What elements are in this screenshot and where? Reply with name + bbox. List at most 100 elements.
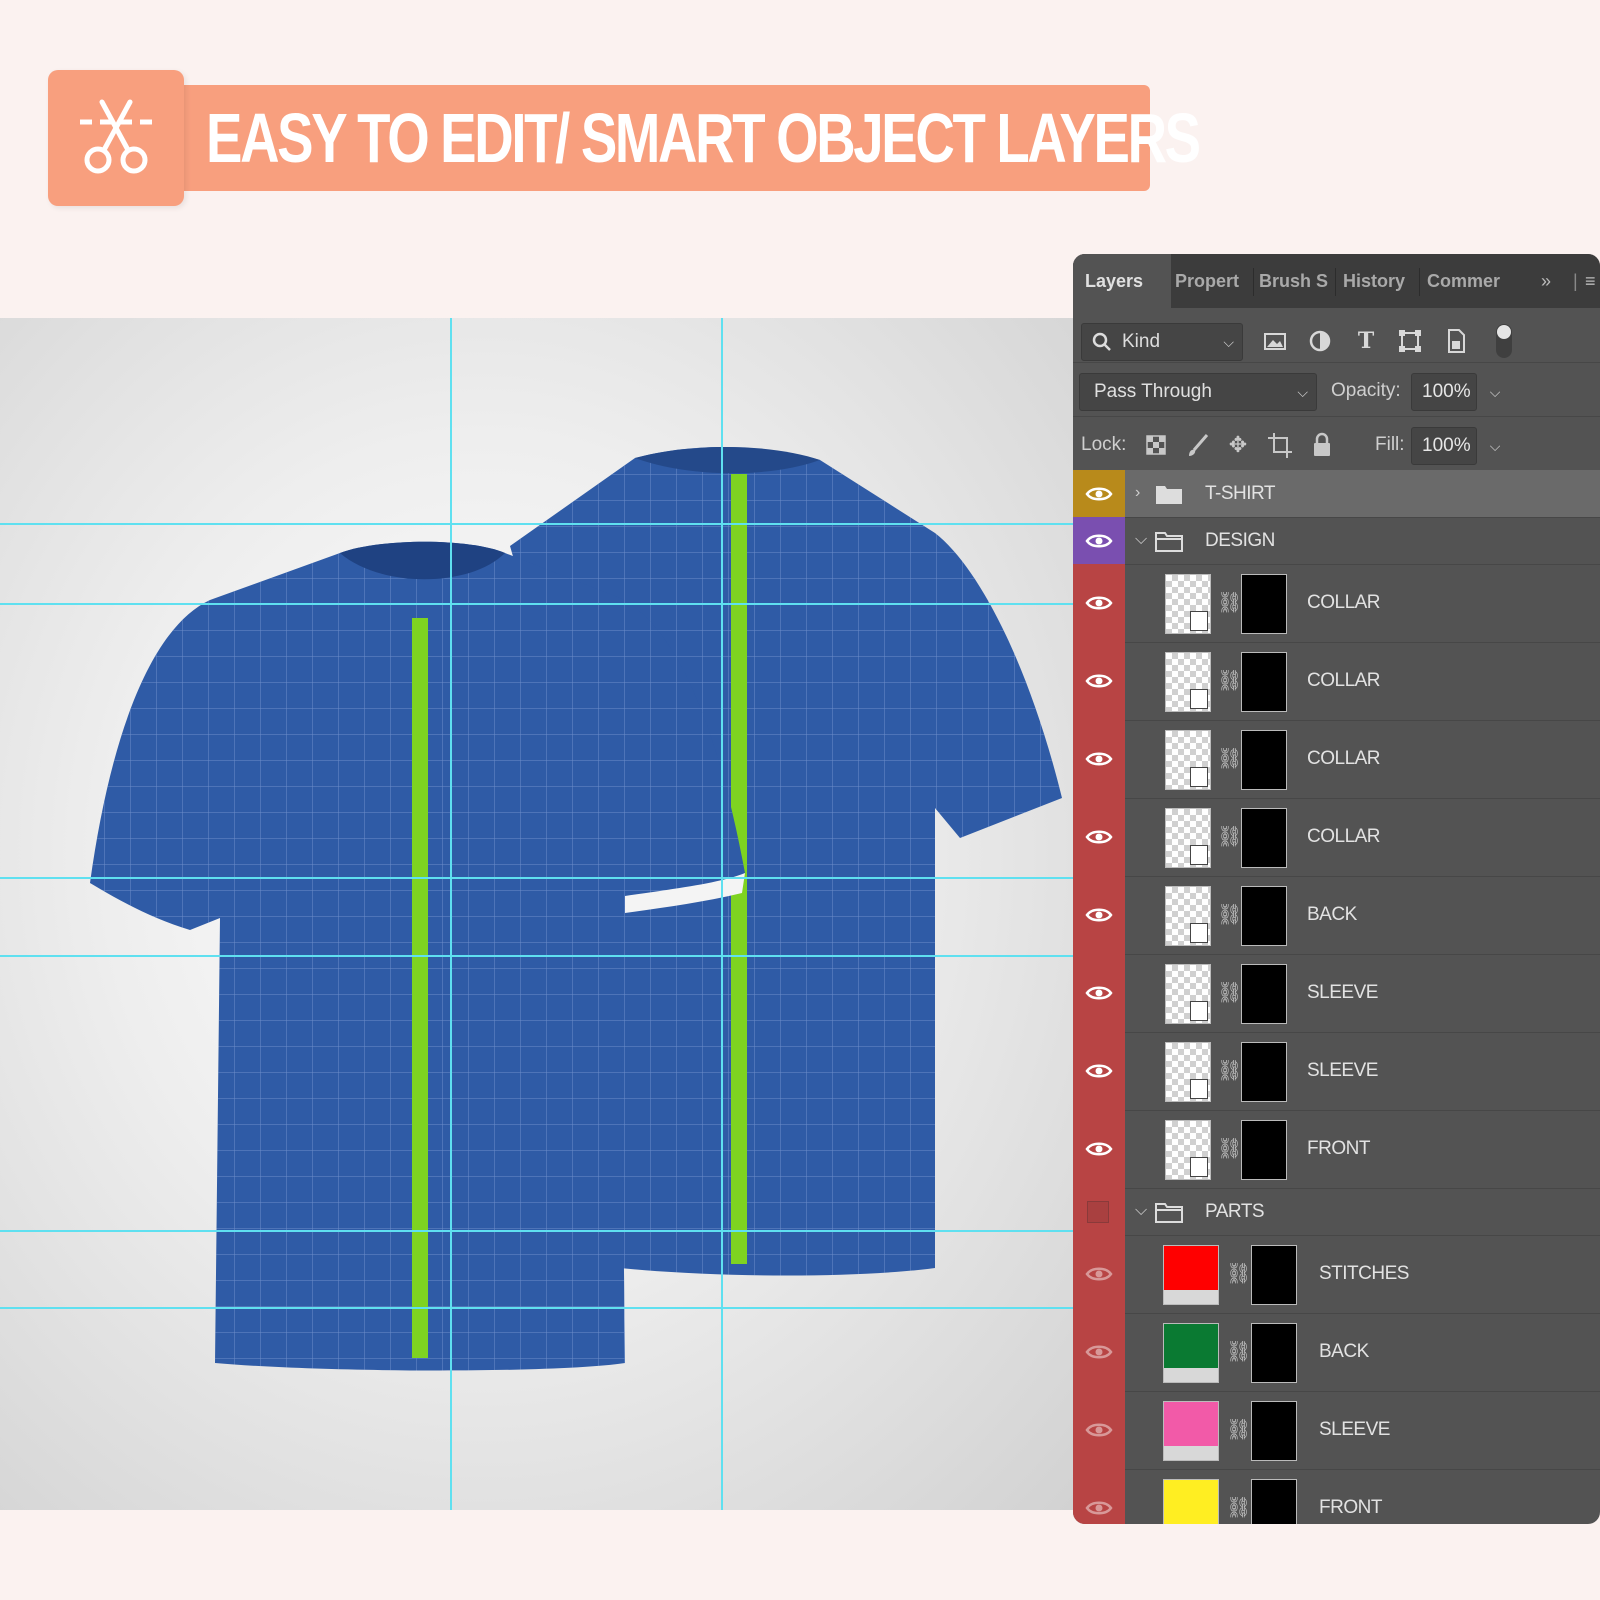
visibility-eye-icon[interactable] bbox=[1085, 486, 1113, 502]
filter-toggle[interactable] bbox=[1496, 324, 1512, 358]
layer-row[interactable]: ⌵ PARTS bbox=[1073, 1188, 1600, 1236]
layer-row[interactable]: ⛓ COLLAR bbox=[1073, 720, 1600, 799]
link-chain-icon[interactable]: ⛓ bbox=[1217, 823, 1242, 851]
tab-history[interactable]: History bbox=[1343, 254, 1413, 308]
visibility-eye-icon[interactable] bbox=[1085, 829, 1113, 845]
layer-row[interactable]: ⛓ FRONT bbox=[1073, 1469, 1600, 1524]
layer-thumbnail[interactable] bbox=[1165, 886, 1211, 946]
link-chain-icon[interactable]: ⛓ bbox=[1226, 1494, 1251, 1522]
layer-mask-thumbnail[interactable] bbox=[1241, 808, 1287, 868]
link-chain-icon[interactable]: ⛓ bbox=[1217, 1057, 1242, 1085]
link-chain-icon[interactable]: ⛓ bbox=[1226, 1338, 1251, 1366]
link-chain-icon[interactable]: ⛓ bbox=[1217, 1135, 1242, 1163]
visibility-eye-icon[interactable] bbox=[1085, 985, 1113, 1001]
layer-row[interactable]: ⛓ COLLAR bbox=[1073, 642, 1600, 721]
fill-layer-base bbox=[1164, 1368, 1218, 1382]
double-chevron-right-icon[interactable]: » bbox=[1541, 254, 1551, 308]
layer-thumbnail[interactable] bbox=[1165, 730, 1211, 790]
layer-mask-thumbnail[interactable] bbox=[1241, 1042, 1287, 1102]
layer-mask-thumbnail[interactable] bbox=[1241, 886, 1287, 946]
link-chain-icon[interactable]: ⛓ bbox=[1217, 589, 1242, 617]
layer-name: SLEEVE bbox=[1319, 1419, 1390, 1440]
layer-row[interactable]: › T-SHIRT bbox=[1073, 470, 1600, 518]
link-chain-icon[interactable]: ⛓ bbox=[1226, 1260, 1251, 1288]
lock-move-icon[interactable]: ✥ bbox=[1223, 430, 1253, 460]
layer-row[interactable]: ⛓ FRONT bbox=[1073, 1110, 1600, 1189]
layer-row[interactable]: ⛓ BACK bbox=[1073, 1313, 1600, 1392]
hamburger-menu-icon[interactable]: ≡ bbox=[1585, 254, 1596, 308]
layer-mask-thumbnail[interactable] bbox=[1241, 1120, 1287, 1180]
tab-properties[interactable]: Propert bbox=[1175, 254, 1247, 308]
link-chain-icon[interactable]: ⛓ bbox=[1217, 667, 1242, 695]
fill-layer-thumbnail[interactable] bbox=[1163, 1401, 1219, 1461]
lock-artboard-icon[interactable] bbox=[1265, 430, 1295, 460]
layer-row[interactable]: ⛓ STITCHES bbox=[1073, 1235, 1600, 1314]
visibility-eye-icon[interactable] bbox=[1085, 533, 1113, 549]
link-chain-icon[interactable]: ⛓ bbox=[1217, 901, 1242, 929]
visibility-eye-icon[interactable] bbox=[1085, 907, 1113, 923]
filter-row: Kind ⌵ T bbox=[1073, 308, 1600, 362]
layer-mask-thumbnail[interactable] bbox=[1241, 652, 1287, 712]
visibility-eye-icon[interactable] bbox=[1085, 595, 1113, 611]
visibility-eye-icon[interactable] bbox=[1085, 1500, 1113, 1516]
visibility-eye-icon[interactable] bbox=[1085, 1344, 1113, 1360]
layer-row[interactable]: ⛓ COLLAR bbox=[1073, 564, 1600, 643]
layer-thumbnail[interactable] bbox=[1165, 964, 1211, 1024]
kind-filter-select[interactable]: Kind ⌵ bbox=[1081, 323, 1243, 361]
layer-mask-thumbnail[interactable] bbox=[1251, 1479, 1297, 1524]
opacity-field[interactable]: 100% ⌵ bbox=[1411, 373, 1500, 411]
layer-mask-thumbnail[interactable] bbox=[1241, 730, 1287, 790]
tab-brush-settings[interactable]: Brush S bbox=[1259, 254, 1329, 308]
layer-thumbnail[interactable] bbox=[1165, 1120, 1211, 1180]
layer-thumbnail[interactable] bbox=[1165, 1042, 1211, 1102]
layer-mask-thumbnail[interactable] bbox=[1241, 964, 1287, 1024]
layer-row[interactable]: ⌵ DESIGN bbox=[1073, 517, 1600, 565]
link-chain-icon[interactable]: ⛓ bbox=[1217, 745, 1242, 773]
layer-name: COLLAR bbox=[1307, 748, 1381, 769]
lock-all-icon[interactable] bbox=[1307, 430, 1337, 460]
fill-layer-thumbnail[interactable] bbox=[1163, 1479, 1219, 1524]
adjustment-filter-icon[interactable] bbox=[1305, 326, 1335, 356]
chevron-down-icon[interactable]: ⌵ bbox=[1480, 428, 1510, 464]
document-canvas[interactable] bbox=[0, 318, 1075, 1510]
chevron-down-icon[interactable]: ⌵ bbox=[1480, 374, 1510, 410]
visibility-eye-icon[interactable] bbox=[1085, 673, 1113, 689]
layer-mask-thumbnail[interactable] bbox=[1251, 1323, 1297, 1383]
chevron-down-icon[interactable]: ⌵ bbox=[1135, 1202, 1147, 1220]
visibility-eye-icon[interactable] bbox=[1085, 1141, 1113, 1157]
scissors-icon bbox=[80, 99, 152, 174]
fill-layer-thumbnail[interactable] bbox=[1163, 1245, 1219, 1305]
chevron-down-icon[interactable]: ⌵ bbox=[1135, 531, 1147, 549]
link-chain-icon[interactable]: ⛓ bbox=[1226, 1416, 1251, 1444]
fill-layer-thumbnail[interactable] bbox=[1163, 1323, 1219, 1383]
tab-layers[interactable]: Layers bbox=[1073, 254, 1171, 308]
shape-filter-icon[interactable] bbox=[1395, 326, 1425, 356]
layer-mask-thumbnail[interactable] bbox=[1251, 1245, 1297, 1305]
smart-object-badge-icon bbox=[1190, 1157, 1208, 1177]
layer-thumbnail[interactable] bbox=[1165, 808, 1211, 868]
type-filter-icon[interactable]: T bbox=[1351, 326, 1381, 356]
layer-mask-thumbnail[interactable] bbox=[1251, 1401, 1297, 1461]
layer-thumbnail[interactable] bbox=[1165, 574, 1211, 634]
smart-object-filter-icon[interactable] bbox=[1441, 326, 1471, 356]
blend-mode-select[interactable]: Pass Through ⌵ bbox=[1079, 373, 1317, 411]
visibility-eye-icon[interactable] bbox=[1085, 1422, 1113, 1438]
lock-transparent-icon[interactable] bbox=[1141, 430, 1171, 460]
visibility-eye-icon[interactable] bbox=[1085, 751, 1113, 767]
layer-row[interactable]: ⛓ COLLAR bbox=[1073, 798, 1600, 877]
tab-comments[interactable]: Commer bbox=[1427, 254, 1503, 308]
layer-row[interactable]: ⛓ SLEEVE bbox=[1073, 1032, 1600, 1111]
layer-row[interactable]: ⛓ BACK bbox=[1073, 876, 1600, 955]
fill-field[interactable]: 100% ⌵ bbox=[1411, 427, 1500, 465]
link-chain-icon[interactable]: ⛓ bbox=[1217, 979, 1242, 1007]
chevron-right-icon[interactable]: › bbox=[1135, 484, 1140, 502]
layer-mask-thumbnail[interactable] bbox=[1241, 574, 1287, 634]
visibility-toggle-off[interactable] bbox=[1087, 1200, 1109, 1223]
layer-row[interactable]: ⛓ SLEEVE bbox=[1073, 954, 1600, 1033]
visibility-eye-icon[interactable] bbox=[1085, 1266, 1113, 1282]
lock-brush-icon[interactable] bbox=[1183, 430, 1213, 460]
layer-thumbnail[interactable] bbox=[1165, 652, 1211, 712]
visibility-eye-icon[interactable] bbox=[1085, 1063, 1113, 1079]
image-filter-icon[interactable] bbox=[1260, 326, 1290, 356]
layer-row[interactable]: ⛓ SLEEVE bbox=[1073, 1391, 1600, 1470]
